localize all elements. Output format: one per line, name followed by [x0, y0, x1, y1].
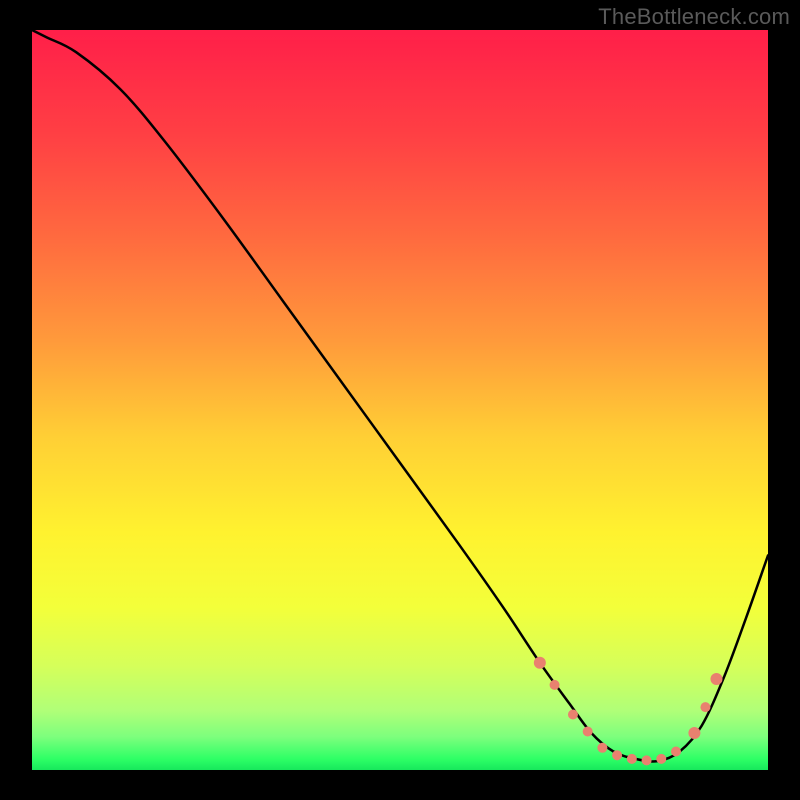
curve-marker	[710, 673, 722, 685]
plot-background	[32, 30, 768, 770]
curve-marker	[597, 743, 607, 753]
curve-marker	[688, 727, 700, 739]
curve-marker	[700, 702, 710, 712]
chart-canvas	[0, 0, 800, 800]
curve-marker	[671, 747, 681, 757]
curve-marker	[627, 754, 637, 764]
curve-marker	[656, 754, 666, 764]
chart-root: TheBottleneck.com	[0, 0, 800, 800]
curve-marker	[612, 750, 622, 760]
curve-marker	[642, 755, 652, 765]
curve-marker	[583, 727, 593, 737]
curve-marker	[534, 657, 546, 669]
curve-marker	[568, 710, 578, 720]
curve-marker	[550, 680, 560, 690]
